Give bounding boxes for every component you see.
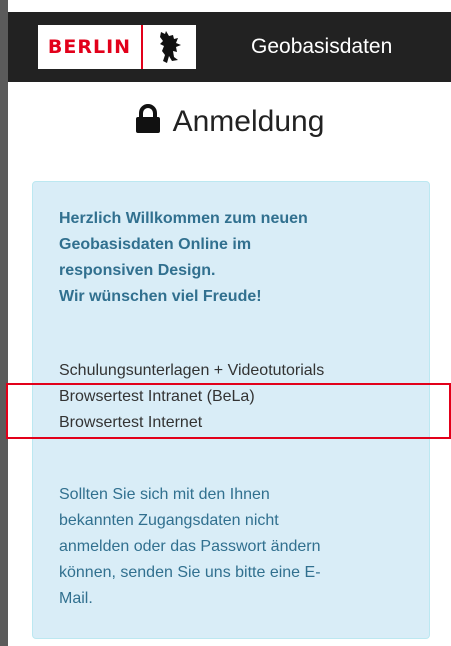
welcome-line: Wir wünschen viel Freude! xyxy=(59,288,262,305)
notice-line: Sollten Sie sich mit den Ihnen xyxy=(59,486,270,503)
login-title: Anmeldung xyxy=(172,104,325,138)
welcome-line: Herzlich Willkommen zum neuen xyxy=(59,210,308,227)
page: BERLIN Geobasisdaten Anmeldung Herzlich … xyxy=(0,0,451,646)
welcome-line: Geobasisdaten Online im xyxy=(59,236,252,253)
berlin-logo[interactable]: BERLIN xyxy=(38,25,196,69)
link-browsertest-internet[interactable]: Browsertest Internet xyxy=(59,410,431,436)
link-training-materials[interactable]: Schulungsunterlagen + Videotutorials xyxy=(59,358,431,384)
notice-line: Mail. xyxy=(59,590,93,607)
info-panel: Herzlich Willkommen zum neuen Geobasisda… xyxy=(32,181,430,639)
lock-icon xyxy=(135,104,161,139)
link-browsertest-intranet[interactable]: Browsertest Intranet (BeLa) xyxy=(59,384,431,410)
notice-line: anmelden oder das Passwort ändern xyxy=(59,538,321,555)
welcome-line: responsiven Design. xyxy=(59,262,216,279)
notice-line: können, senden Sie uns bitte eine E- xyxy=(59,564,321,581)
links-list: Schulungsunterlagen + Videotutorials Bro… xyxy=(59,358,431,436)
window-edge xyxy=(0,0,8,646)
notice-line: bekannten Zugangsdaten nicht xyxy=(59,512,279,529)
login-heading: Anmeldung xyxy=(8,104,451,139)
app-title: Geobasisdaten xyxy=(251,35,393,58)
logo-text: BERLIN xyxy=(38,25,143,69)
contact-notice: Sollten Sie sich mit den Ihnen bekannten… xyxy=(59,482,409,612)
berlin-bear-icon xyxy=(143,25,196,69)
header-bar: BERLIN Geobasisdaten xyxy=(8,12,451,82)
welcome-message: Herzlich Willkommen zum neuen Geobasisda… xyxy=(59,206,419,310)
